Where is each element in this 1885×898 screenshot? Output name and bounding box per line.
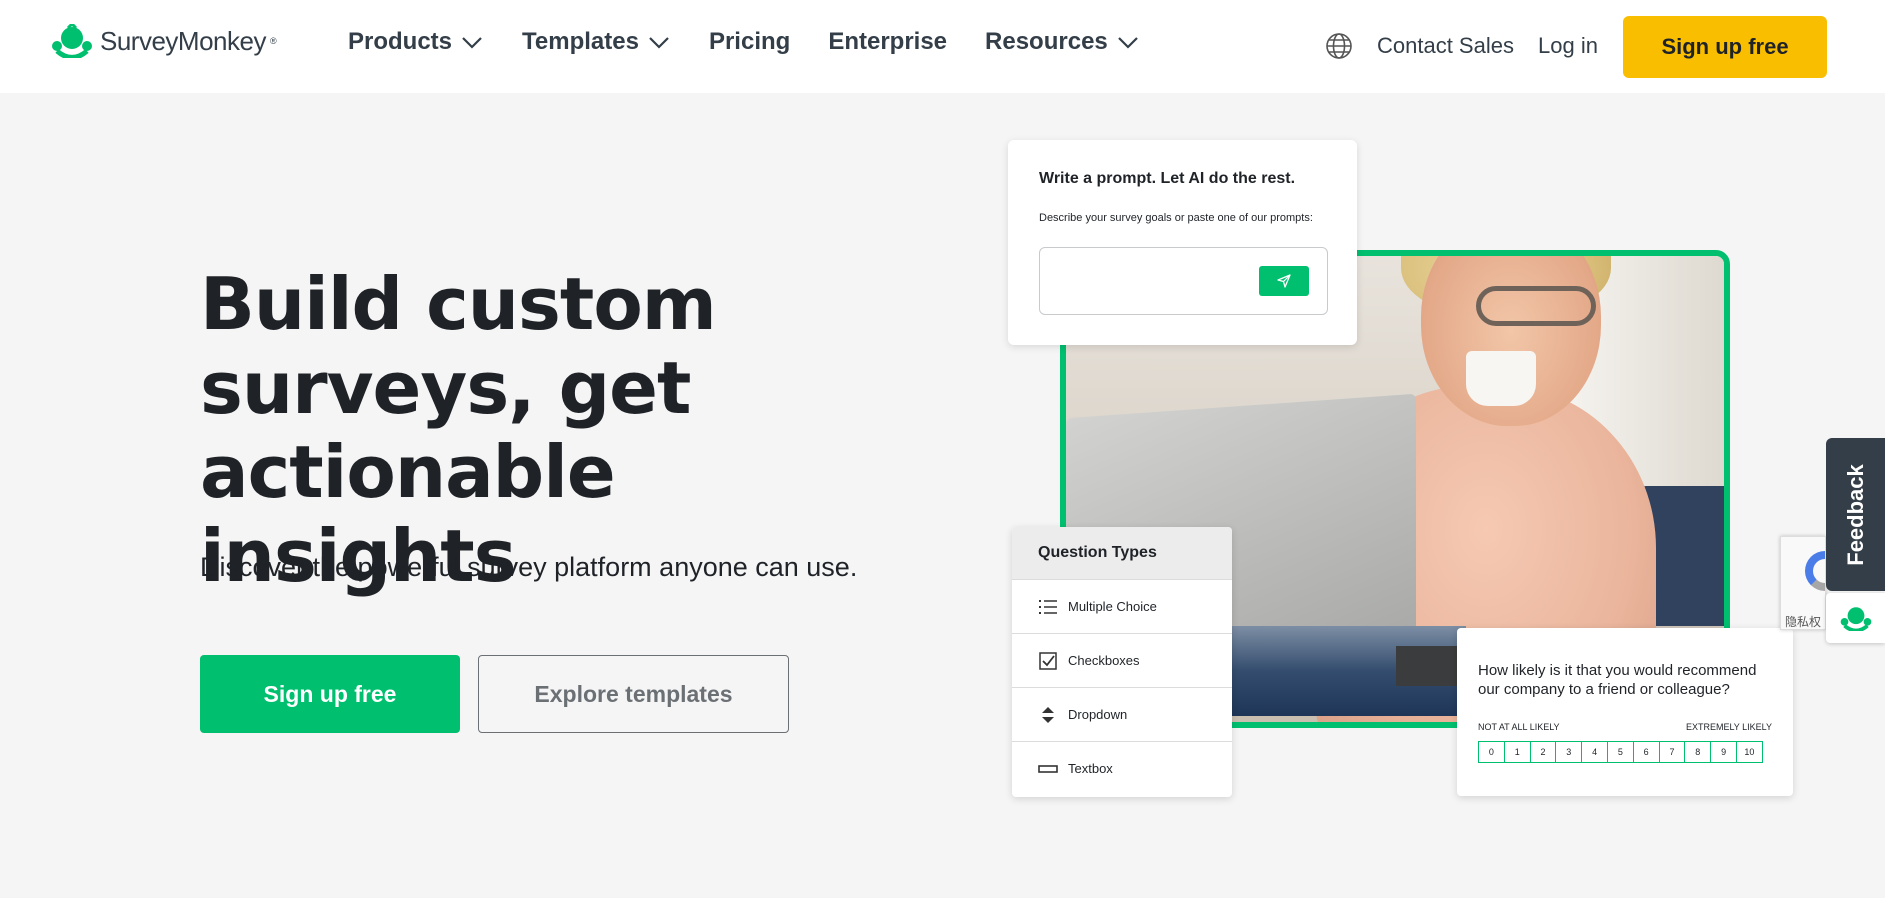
- nav-enterprise[interactable]: Enterprise: [828, 28, 947, 56]
- prompt-card-title: Write a prompt. Let AI do the rest.: [1039, 170, 1296, 187]
- surveymonkey-badge[interactable]: [1826, 593, 1885, 643]
- recaptcha-privacy-text: 隐私权: [1785, 615, 1822, 629]
- nps-high-label: EXTREMELY LIKELY: [1685, 722, 1772, 732]
- nav-products-label: Products: [348, 28, 453, 55]
- feedback-tab[interactable]: Feedback: [1826, 438, 1885, 591]
- monkey-logo-icon: [52, 24, 92, 58]
- nav-resources-label: Resources: [985, 28, 1108, 55]
- nps-option[interactable]: 1: [1503, 741, 1531, 763]
- nps-option[interactable]: 6: [1632, 741, 1660, 763]
- prompt-input-field[interactable]: [1039, 247, 1328, 315]
- hero-title: Build custom surveys, get actionable ins…: [200, 262, 717, 598]
- nav-resources[interactable]: Resources: [985, 28, 1140, 56]
- nav-templates[interactable]: Templates: [522, 28, 671, 56]
- checkbox-icon: [1039, 651, 1057, 670]
- nav-enterprise-label: Enterprise: [828, 28, 948, 55]
- logo-registered-mark: ®: [269, 36, 277, 46]
- contact-sales-link[interactable]: Contact Sales: [1377, 33, 1514, 59]
- nav-pricing[interactable]: Pricing: [709, 28, 790, 56]
- logo-wordmark: SurveyMonkey: [100, 25, 266, 56]
- question-type-dropdown[interactable]: Dropdown: [1012, 687, 1232, 741]
- photo-glasses: [1476, 286, 1596, 326]
- surveymonkey-logo[interactable]: SurveyMonkey ®: [48, 24, 277, 58]
- nps-option[interactable]: 2: [1529, 741, 1557, 763]
- nps-option[interactable]: 8: [1684, 741, 1712, 763]
- chevron-down-icon: [649, 37, 669, 49]
- nav-products[interactable]: Products: [348, 28, 484, 56]
- prompt-card-description: Describe your survey goals or paste one …: [1039, 212, 1313, 224]
- chevron-down-icon: [1117, 37, 1138, 49]
- monkey-logo-icon: [1840, 607, 1871, 631]
- explore-templates-button[interactable]: Explore templates: [478, 655, 789, 733]
- photo-coffee-cup: [1466, 351, 1536, 406]
- feedback-tab-label: Feedback: [1842, 463, 1868, 566]
- hero-sign-up-button[interactable]: Sign up free: [200, 655, 460, 733]
- textbox-icon: [1038, 764, 1058, 773]
- ai-prompt-card: Write a prompt. Let AI do the rest. Desc…: [1008, 140, 1357, 345]
- top-navigation-bar: SurveyMonkey ® Products Templates Pricing…: [0, 0, 1885, 93]
- nps-option[interactable]: 4: [1581, 741, 1608, 763]
- nps-low-label: NOT AT ALL LIKELY: [1478, 722, 1560, 732]
- header-sign-up-button[interactable]: Sign up free: [1623, 16, 1827, 78]
- hero-subtitle: Discover the powerful survey platform an…: [200, 552, 858, 582]
- question-type-label: Dropdown: [1068, 707, 1128, 722]
- nps-option[interactable]: 3: [1555, 741, 1583, 763]
- nps-option[interactable]: 10: [1735, 741, 1763, 763]
- recaptcha-icon: [1805, 551, 1825, 591]
- log-in-link[interactable]: Log in: [1538, 33, 1598, 59]
- nav-pricing-label: Pricing: [708, 28, 791, 55]
- nps-option[interactable]: 7: [1658, 741, 1686, 763]
- chevron-down-icon: [462, 37, 482, 49]
- main-nav: Products Templates Pricing Enterprise Re…: [348, 28, 1178, 56]
- nps-option[interactable]: 5: [1606, 741, 1634, 763]
- nps-option[interactable]: 9: [1710, 741, 1737, 763]
- globe-icon[interactable]: [1325, 32, 1353, 60]
- send-prompt-button[interactable]: [1259, 266, 1309, 296]
- nps-question-card: How likely is it that you would recommen…: [1457, 628, 1793, 796]
- question-type-label: Multiple Choice: [1068, 599, 1157, 614]
- question-types-card: Question Types Multiple Choice Checkboxe…: [1012, 527, 1232, 797]
- question-type-checkboxes[interactable]: Checkboxes: [1012, 633, 1232, 687]
- question-types-title: Question Types: [1012, 527, 1232, 579]
- question-type-label: Checkboxes: [1068, 653, 1140, 668]
- send-icon: [1277, 274, 1291, 288]
- list-icon: [1039, 599, 1057, 614]
- question-type-label: Textbox: [1068, 761, 1113, 776]
- dropdown-icon: [1042, 706, 1054, 723]
- nav-templates-label: Templates: [522, 28, 639, 55]
- nps-scale: 0 1 2 3 4 5 6 7 8 9 10: [1478, 741, 1763, 763]
- nps-question-text: How likely is it that you would recommen…: [1478, 662, 1757, 698]
- question-type-textbox[interactable]: Textbox: [1012, 741, 1232, 795]
- question-type-multiple-choice[interactable]: Multiple Choice: [1012, 579, 1232, 633]
- nps-option[interactable]: 0: [1478, 741, 1505, 763]
- recaptcha-badge[interactable]: 隐私权: [1780, 536, 1826, 630]
